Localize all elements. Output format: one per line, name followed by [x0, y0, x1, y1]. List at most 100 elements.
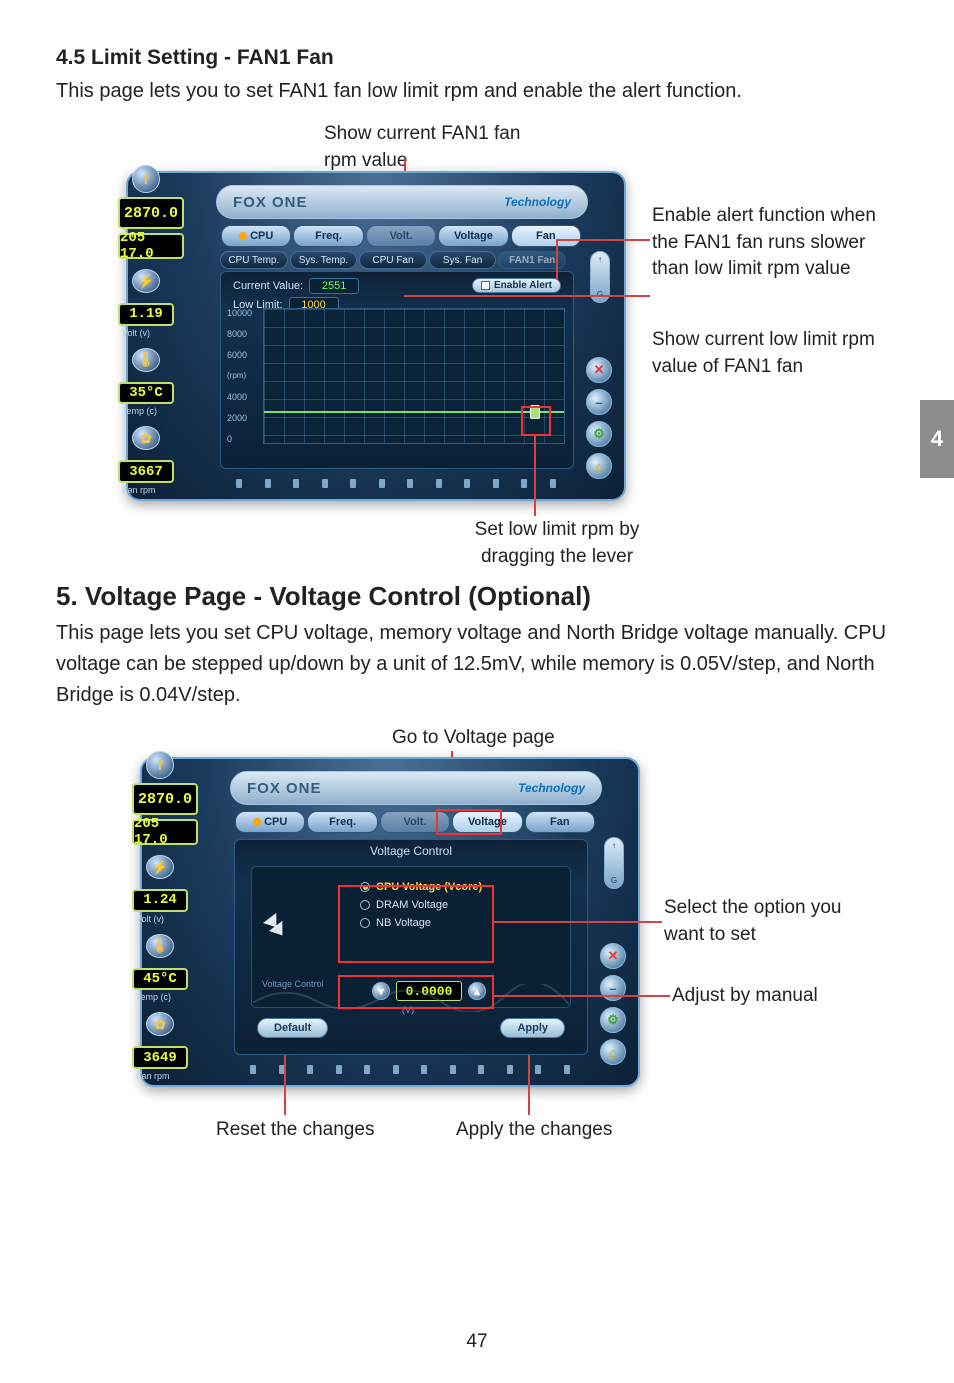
- annotation-enable-alert: Enable alert function when the FAN1 fan …: [652, 203, 902, 283]
- radio-dram-voltage[interactable]: DRAM Voltage: [360, 899, 562, 911]
- enable-alert-checkbox[interactable]: [481, 281, 490, 290]
- voltage-lightning-icon: [260, 912, 300, 962]
- volt-icon: ⚡: [132, 269, 160, 293]
- freq-icon: f: [132, 165, 160, 193]
- minimize-button[interactable]: –: [586, 389, 612, 415]
- radio-cpu-voltage[interactable]: CPU Voltage (Vcore): [360, 881, 562, 893]
- chart-y-axis: 10000 8000 6000 (rpm) 4000 2000 0: [227, 308, 259, 444]
- brand-text: FOX ONE: [247, 780, 322, 797]
- voltage-panel-title: Voltage Control: [235, 844, 587, 858]
- radio-nb-voltage[interactable]: NB Voltage: [360, 917, 562, 929]
- tab-freq[interactable]: Freq.: [307, 811, 377, 833]
- freq-icon: f: [146, 751, 174, 779]
- limit-drag-lever[interactable]: [530, 405, 540, 419]
- brand-bar: FOX ONE Technology: [216, 185, 588, 219]
- subtab-cpu-fan[interactable]: CPU Fan: [359, 251, 427, 269]
- subtab-sys-temp[interactable]: Sys. Temp.: [290, 251, 358, 269]
- monitor-bus: 205 17.0: [132, 819, 198, 845]
- tab-fan[interactable]: Fan: [525, 811, 595, 833]
- tab-volt[interactable]: Volt.: [380, 811, 450, 833]
- temp-icon: 🌡: [132, 348, 160, 372]
- monitor-temp: 35°C: [118, 382, 174, 405]
- annotation-adjust-manual: Adjust by manual: [672, 983, 818, 1010]
- annotation-reset: Reset the changes: [216, 1117, 374, 1144]
- section-5-desc: This page lets you set CPU voltage, memo…: [56, 618, 898, 711]
- enable-alert-label: Enable Alert: [494, 280, 552, 291]
- annotation-goto-voltage: Go to Voltage page: [392, 725, 555, 752]
- annotation-apply: Apply the changes: [456, 1117, 612, 1144]
- monitor-temp-unit: Temp (c): [136, 992, 171, 1002]
- tab-voltage[interactable]: Voltage: [452, 811, 522, 833]
- mode-switch[interactable]: [604, 837, 624, 889]
- monitor-volt: 1.24: [132, 889, 188, 912]
- tab-cpu[interactable]: CPU: [235, 811, 305, 833]
- ytick-10000: 10000: [227, 308, 259, 318]
- radio-dram-voltage-label: DRAM Voltage: [376, 899, 448, 911]
- close-button[interactable]: ✕: [600, 943, 626, 969]
- monitor-fan-unit: Fan rpm: [136, 1071, 170, 1081]
- ytick-2000: 2000: [227, 413, 259, 423]
- home-button[interactable]: ⌂: [586, 453, 612, 479]
- annotation-select-option: Select the option you want to set: [664, 895, 884, 948]
- monitor-sidebar: f 2870.0 205 17.0 ⚡ 1.19 Volt (v) 🌡 35°C…: [118, 165, 194, 495]
- ytick-0: 0: [227, 434, 259, 444]
- page-number: 47: [0, 1331, 954, 1353]
- radio-icon: [360, 882, 370, 892]
- monitor-freq: 2870.0: [118, 197, 184, 229]
- settings-button[interactable]: ⚙: [600, 1007, 626, 1033]
- subtab-cpu-temp[interactable]: CPU Temp.: [220, 251, 288, 269]
- tab-freq[interactable]: Freq.: [293, 225, 363, 247]
- annotation-current-rpm: Show current FAN1 fan rpm value: [324, 121, 554, 174]
- main-tab-strip: CPU Freq. Volt. Voltage Fan: [234, 811, 596, 835]
- tab-cpu-label: CPU: [250, 230, 273, 242]
- window-side-buttons: ✕ – ⚙ ⌂: [600, 837, 628, 1065]
- tab-volt[interactable]: Volt.: [366, 225, 436, 247]
- default-button[interactable]: Default: [257, 1018, 328, 1038]
- low-limit-line: [264, 411, 564, 413]
- ytick-8000: 8000: [227, 329, 259, 339]
- section-45-heading: 4.5 Limit Setting - FAN1 Fan: [56, 46, 898, 70]
- monitor-temp: 45°C: [132, 968, 188, 991]
- settings-button[interactable]: ⚙: [586, 421, 612, 447]
- ytick-4000: 4000: [227, 392, 259, 402]
- close-button[interactable]: ✕: [586, 357, 612, 383]
- brand-bar: FOX ONE Technology: [230, 771, 602, 805]
- monitor-volt: 1.19: [118, 303, 174, 326]
- monitor-temp-unit: Temp (c): [122, 406, 157, 416]
- radio-icon: [360, 918, 370, 928]
- enable-alert-toggle[interactable]: Enable Alert: [472, 278, 561, 293]
- chart-plot-area: FAN1 Fan Speed: [263, 308, 565, 444]
- brand-tag: Technology: [518, 781, 585, 795]
- volt-icon: ⚡: [146, 855, 174, 879]
- home-button[interactable]: ⌂: [600, 1039, 626, 1065]
- monitor-fan: 3667: [118, 460, 174, 483]
- tab-cpu[interactable]: CPU: [221, 225, 291, 247]
- radio-nb-voltage-label: NB Voltage: [376, 917, 431, 929]
- monitor-fan-unit: Fan rpm: [122, 485, 156, 495]
- fan-icon: ✿: [132, 426, 160, 450]
- main-tab-strip: CPU Freq. Volt. Voltage Fan: [220, 225, 582, 249]
- temp-icon: 🌡: [146, 934, 174, 958]
- tab-cpu-label: CPU: [264, 816, 287, 828]
- tab-fan[interactable]: Fan: [511, 225, 581, 247]
- current-value: 2551: [309, 278, 359, 294]
- tab-voltage[interactable]: Voltage: [438, 225, 508, 247]
- voltage-wave-decor: [253, 984, 569, 1012]
- radio-cpu-voltage-label: CPU Voltage (Vcore): [376, 881, 482, 893]
- subtab-sys-fan[interactable]: Sys. Fan: [429, 251, 497, 269]
- bottom-strip: [236, 479, 556, 493]
- ytick-6000: 6000: [227, 350, 259, 360]
- monitor-freq: 2870.0: [132, 783, 198, 815]
- monitor-volt-unit: Volt (v): [136, 914, 164, 924]
- brand-tag: Technology: [504, 195, 571, 209]
- monitor-sidebar: f 2870.0 205 17.0 ⚡ 1.24 Volt (v) 🌡 45°C…: [132, 751, 208, 1081]
- cpu-dot-icon: [239, 232, 247, 240]
- current-value-label: Current Value:: [233, 280, 303, 292]
- annotation-low-limit: Show current low limit rpm value of FAN1…: [652, 327, 912, 380]
- minimize-button[interactable]: –: [600, 975, 626, 1001]
- fan-icon: ✿: [146, 1012, 174, 1036]
- chart-y-unit: (rpm): [227, 371, 259, 380]
- bottom-strip: [250, 1065, 570, 1079]
- limit-setting-panel: Current Value:2551 Low Limit:1000 Enable…: [220, 271, 574, 469]
- apply-button[interactable]: Apply: [500, 1018, 565, 1038]
